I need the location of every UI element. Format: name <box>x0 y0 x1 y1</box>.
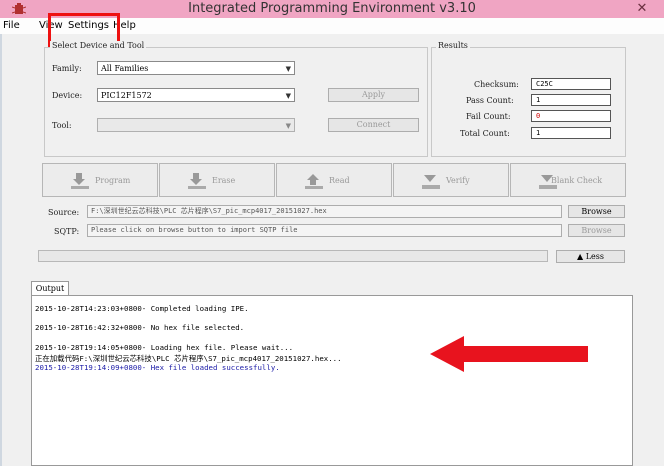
fail-count-label: Fail Count: <box>466 112 511 121</box>
log-line: 2015-10-28T16:42:32+0800- No hex file se… <box>35 323 245 332</box>
checksum-value: C25C <box>531 78 611 90</box>
erase-button[interactable]: Erase <box>159 163 275 197</box>
device-value: PIC12F1572 <box>101 91 152 100</box>
tab-output[interactable]: Output <box>31 281 69 296</box>
device-label: Device: <box>52 91 83 100</box>
program-button[interactable]: Program <box>42 163 158 197</box>
log-line: 2015-10-28T19:14:05+0800- Loading hex fi… <box>35 343 294 352</box>
tool-label: Tool: <box>52 121 72 130</box>
verify-label: Verify <box>446 176 470 185</box>
menu-file[interactable]: File <box>3 18 20 34</box>
erase-label: Erase <box>212 176 236 185</box>
program-icon <box>71 173 89 189</box>
sqtp-label: SQTP: <box>54 227 80 236</box>
output-panel: 2015-10-28T14:23:03+0800- Completed load… <box>31 295 633 466</box>
device-select[interactable]: PIC12F1572 ▼ <box>97 88 295 102</box>
browse-source-button[interactable]: Browse <box>568 205 625 218</box>
tool-select[interactable]: ▼ <box>97 118 295 132</box>
checksum-label: Checksum: <box>474 80 519 89</box>
total-count-value: 1 <box>531 127 611 139</box>
less-label: Less <box>585 252 604 261</box>
family-value: All Families <box>101 64 149 73</box>
window-edge <box>0 34 2 466</box>
results-group-title: Results <box>436 41 470 50</box>
device-tool-group-title: Select Device and Tool <box>50 41 147 50</box>
family-select[interactable]: All Families ▼ <box>97 61 295 75</box>
verify-button[interactable]: Verify <box>393 163 509 197</box>
read-label: Read <box>329 176 350 185</box>
progress-bar <box>38 250 548 262</box>
pass-count-value: 1 <box>531 94 611 106</box>
connect-button[interactable]: Connect <box>328 118 419 132</box>
source-label: Source: <box>48 208 80 217</box>
read-icon <box>305 174 323 189</box>
erase-icon <box>188 173 206 189</box>
family-label: Family: <box>52 64 82 73</box>
verify-icon <box>422 175 440 189</box>
read-button[interactable]: Read <box>276 163 392 197</box>
red-arrow-annotation <box>430 336 588 372</box>
chevron-down-icon: ▼ <box>285 65 291 73</box>
blank-check-label: Blank Check <box>551 176 603 185</box>
blank-check-button[interactable]: Blank Check <box>510 163 626 197</box>
caret-up-icon: ▲ <box>577 252 586 261</box>
source-field[interactable]: F:\深圳世纪云芯科技\PLC 芯片程序\S7_pic_mcp4017_2015… <box>87 205 562 218</box>
apply-button[interactable]: Apply <box>328 88 419 102</box>
program-label: Program <box>95 176 131 185</box>
fail-count-value: 0 <box>531 110 611 122</box>
less-button[interactable]: ▲ Less <box>556 250 625 263</box>
total-count-label: Total Count: <box>460 129 510 138</box>
chevron-down-icon: ▼ <box>285 92 291 100</box>
chevron-down-icon: ▼ <box>285 122 291 130</box>
browse-sqtp-button[interactable]: Browse <box>568 224 625 237</box>
close-icon[interactable]: ✕ <box>620 0 664 18</box>
sqtp-field[interactable]: Please click on browse button to import … <box>87 224 562 237</box>
log-line: 2015-10-28T19:14:09+0800- Hex file loade… <box>35 363 280 372</box>
pass-count-label: Pass Count: <box>466 96 514 105</box>
log-line: 2015-10-28T14:23:03+0800- Completed load… <box>35 304 249 313</box>
